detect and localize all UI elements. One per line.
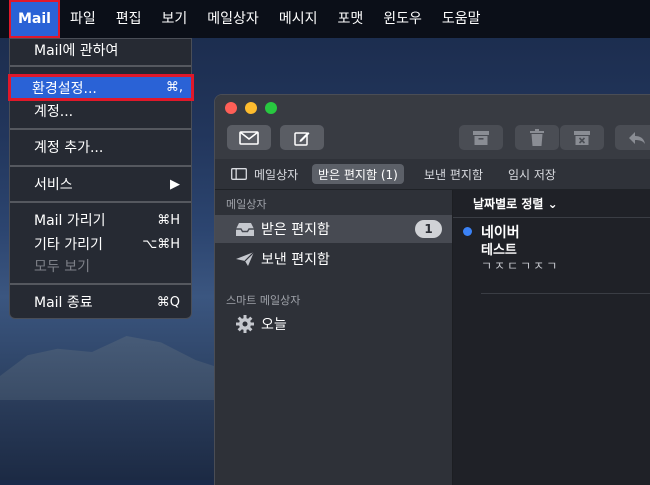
sidebar-item-label: 오늘: [261, 317, 287, 333]
close-window-button[interactable]: [225, 102, 237, 114]
menu-file[interactable]: 파일: [60, 0, 106, 38]
mailbox-sidebar: 메일상자 받은 편지함 1 보낸 편지함 스마트 메일상자 오늘: [215, 190, 453, 485]
message-preview: ㄱㅈㄷㄱㅈㄱ: [481, 259, 560, 273]
get-mail-button[interactable]: [227, 125, 271, 150]
menu-item-shortcut: ⌥⌘H: [142, 236, 180, 252]
menu-help[interactable]: 도움말: [432, 0, 491, 38]
sent-plane-icon: [235, 251, 255, 267]
zoom-window-button[interactable]: [265, 102, 277, 114]
menu-mailbox[interactable]: 메일상자: [197, 0, 269, 38]
menu-item-label: Mail 가리기: [34, 213, 106, 229]
menu-item-about[interactable]: Mail에 관하여: [10, 39, 191, 61]
favorites-sent-button[interactable]: 보낸 편지함: [424, 164, 483, 184]
reply-button[interactable]: [615, 125, 650, 150]
menu-item-label: 기타 가리기: [34, 237, 103, 253]
sidebar-item-sent[interactable]: 보낸 편지함: [215, 245, 452, 273]
desktop-sea: [0, 400, 230, 480]
menu-item-shortcut: ⌘Q: [156, 294, 180, 310]
menu-item-hide-others[interactable]: 기타 가리기 ⌥⌘H: [10, 233, 191, 255]
menu-format[interactable]: 포맷: [327, 0, 373, 38]
minimize-window-button[interactable]: [245, 102, 257, 114]
menu-item-label: 모두 보기: [34, 259, 90, 275]
menu-item-label: Mail에 관하여: [34, 43, 119, 59]
menu-item-preferences[interactable]: 환경설정... ⌘,: [8, 74, 194, 101]
unread-count-badge: 1: [415, 220, 442, 238]
inbox-tray-icon: [235, 221, 255, 237]
compose-icon: [293, 129, 311, 147]
sort-menu[interactable]: 날짜별로 정렬 ⌄: [453, 190, 650, 218]
sidebar-section-mailboxes: 메일상자: [226, 198, 267, 211]
sidebar-section-smart: 스마트 메일상자: [226, 294, 301, 307]
menu-bar: Mail 파일 편집 보기 메일상자 메시지 포맷 윈도우 도움말: [0, 0, 650, 38]
mail-window: 메일상자 받은 편지함 (1) 보낸 편지함 임시 저장 메일상자 받은 편지함…: [215, 95, 650, 485]
menu-item-quit[interactable]: Mail 종료 ⌘Q: [10, 291, 191, 313]
menu-item-label: Mail 종료: [34, 295, 93, 311]
menu-item-shortcut: ⌘,: [165, 80, 183, 95]
divider: [10, 65, 191, 67]
menu-item-show-all[interactable]: 모두 보기: [10, 255, 191, 277]
favorites-mailboxes-button[interactable]: 메일상자: [231, 164, 298, 184]
divider: [10, 201, 191, 203]
divider: [481, 293, 650, 294]
title-bar: [215, 95, 650, 159]
list-item[interactable]: 네이버 테스트 ㄱㅈㄷㄱㅈㄱ: [453, 219, 650, 294]
archive-button[interactable]: [459, 125, 503, 150]
menu-edit[interactable]: 편집: [106, 0, 152, 38]
mail-app-menu: Mail에 관하여 환경설정... ⌘, 계정... 계정 추가... 서비스 …: [8, 38, 194, 319]
menu-item-hide-mail[interactable]: Mail 가리기 ⌘H: [10, 209, 191, 231]
compose-button[interactable]: [280, 125, 324, 150]
sidebar-item-label: 보낸 편지함: [261, 252, 330, 268]
new-message-icon: [239, 130, 259, 145]
menu-item-services[interactable]: 서비스 ▶: [10, 173, 191, 195]
menu-item-shortcut: ⌘H: [157, 212, 180, 228]
favorites-mailboxes-label: 메일상자: [254, 167, 299, 182]
divider: [10, 128, 191, 130]
menu-window[interactable]: 윈도우: [373, 0, 432, 38]
reply-icon: [628, 131, 646, 145]
favorites-drafts-button[interactable]: 임시 저장: [508, 164, 556, 184]
divider: [10, 165, 191, 167]
junk-icon: [573, 130, 591, 146]
sidebar-toggle-icon: [231, 168, 247, 180]
sidebar-item-label: 받은 편지함: [261, 222, 330, 238]
submenu-arrow-icon: ▶: [170, 176, 180, 192]
menu-view[interactable]: 보기: [152, 0, 198, 38]
menu-mail[interactable]: Mail: [9, 0, 60, 38]
divider: [10, 283, 191, 285]
menu-item-label: 계정...: [34, 104, 74, 120]
favorites-inbox-button[interactable]: 받은 편지함 (1): [312, 164, 404, 184]
menu-item-accounts[interactable]: 계정...: [10, 100, 191, 122]
gear-icon: [235, 314, 255, 334]
trash-icon: [529, 128, 545, 147]
unread-dot: [463, 227, 472, 236]
delete-button[interactable]: [515, 125, 559, 150]
message-subject: 테스트: [481, 243, 517, 258]
menu-item-label: 환경설정...: [32, 80, 97, 97]
junk-button[interactable]: [560, 125, 604, 150]
sidebar-item-today[interactable]: 오늘: [215, 310, 452, 338]
sidebar-item-inbox[interactable]: 받은 편지함 1: [215, 215, 452, 243]
menu-item-add-account[interactable]: 계정 추가...: [10, 136, 191, 158]
menu-item-label: 계정 추가...: [34, 140, 104, 156]
menu-item-label: 서비스: [34, 177, 73, 193]
menu-message[interactable]: 메시지: [269, 0, 328, 38]
archive-icon: [472, 130, 490, 146]
message-list: 날짜별로 정렬 ⌄ 네이버 테스트 ㄱㅈㄷㄱㅈㄱ: [453, 190, 650, 485]
